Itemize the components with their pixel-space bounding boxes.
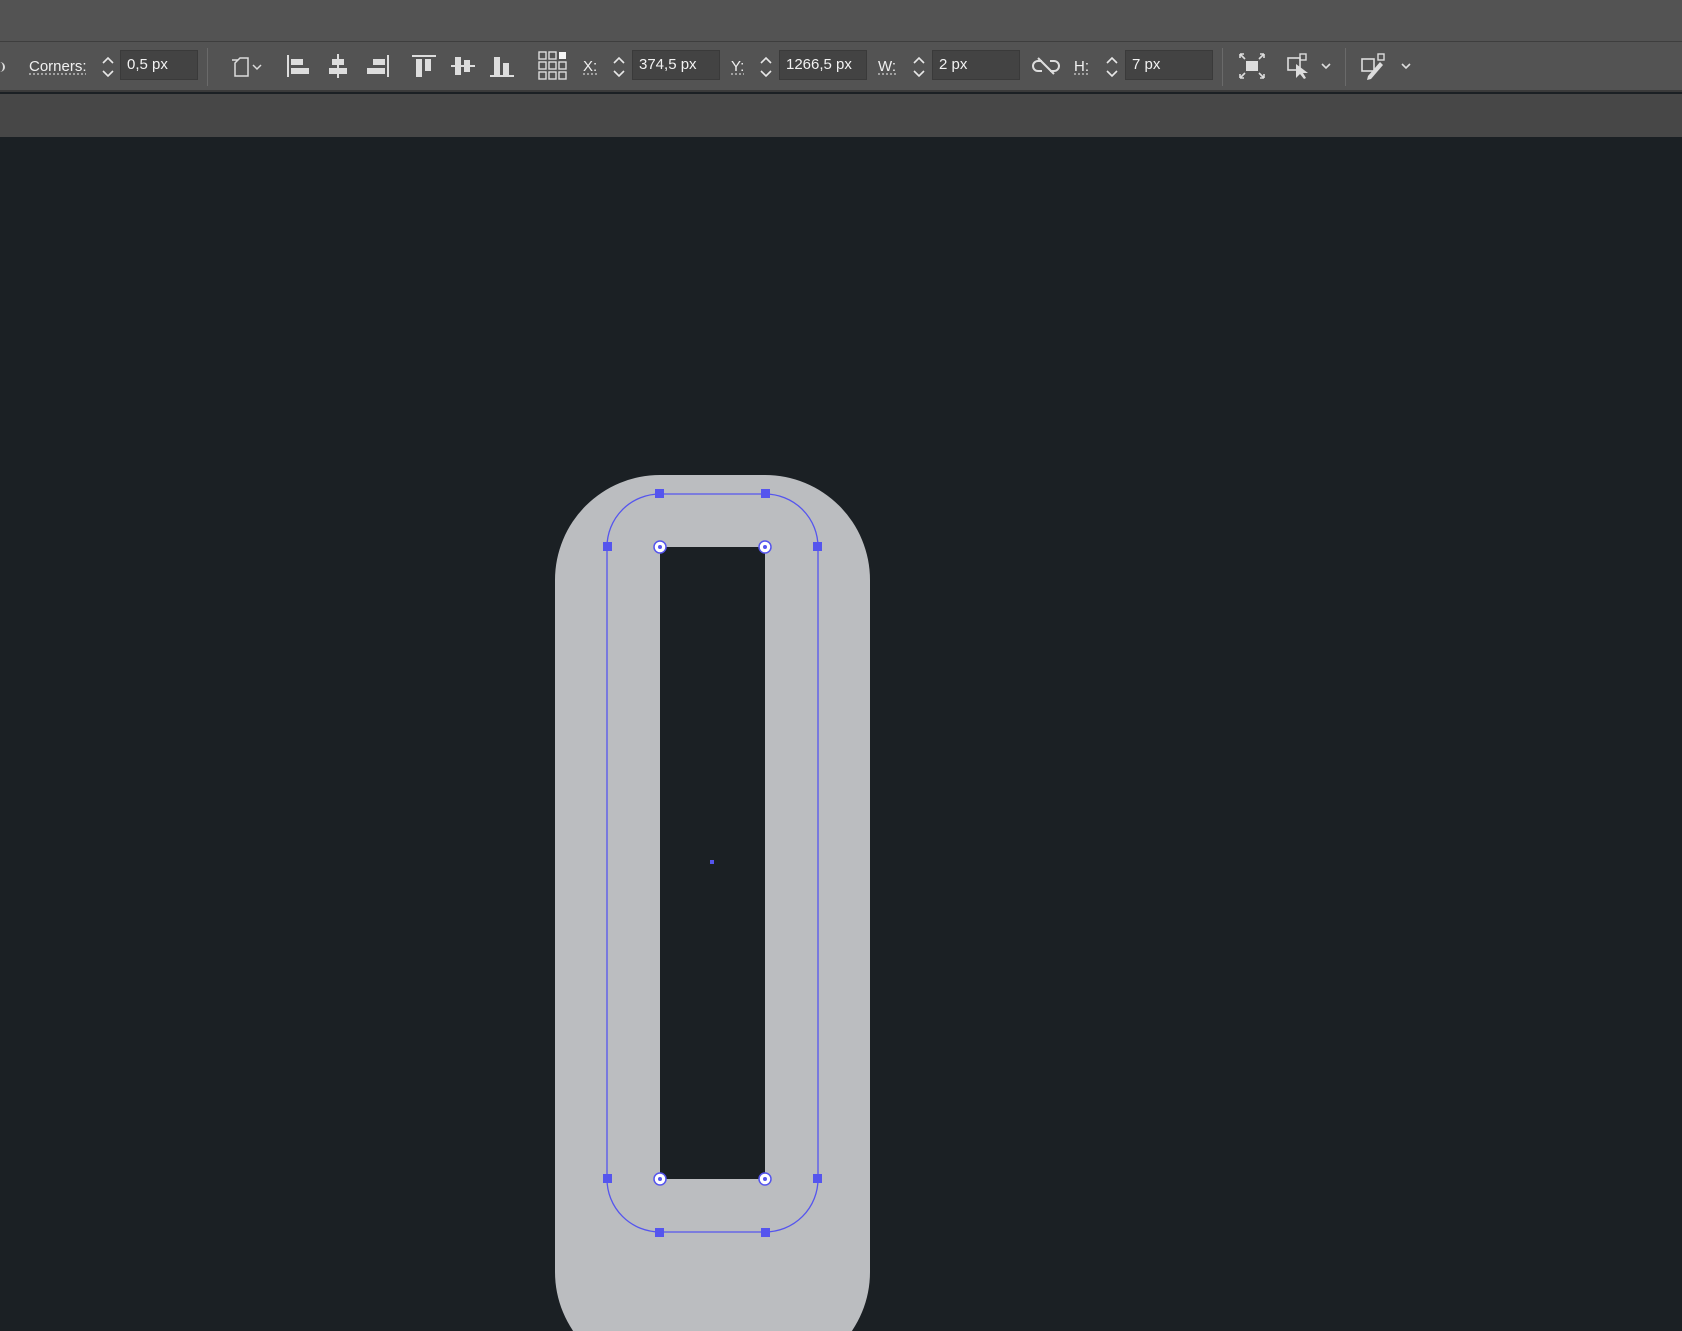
anchor-point[interactable] xyxy=(813,542,822,551)
align-left-icon[interactable] xyxy=(283,50,315,82)
canvas[interactable] xyxy=(0,137,1682,1331)
edge-partial-icon xyxy=(0,62,5,72)
edit-path-options-icon[interactable] xyxy=(1358,50,1416,82)
corners-spinner[interactable] xyxy=(97,51,119,83)
rounded-rectangle-shape[interactable] xyxy=(555,475,870,1331)
x-spinner[interactable] xyxy=(608,51,630,83)
anchor-point[interactable] xyxy=(761,489,770,498)
corners-label: Corners: xyxy=(29,58,87,75)
h-spinner[interactable] xyxy=(1101,51,1123,83)
center-point[interactable] xyxy=(710,860,714,864)
align-top-icon[interactable] xyxy=(408,50,440,82)
align-horizontal-center-icon[interactable] xyxy=(322,50,354,82)
anchor-point[interactable] xyxy=(761,1228,770,1237)
corner-type-dropdown-icon[interactable] xyxy=(226,50,266,82)
x-label: X: xyxy=(583,58,598,75)
h-label: H: xyxy=(1074,58,1089,75)
document-tab-bar xyxy=(0,94,1682,137)
align-vertical-center-icon[interactable] xyxy=(447,50,479,82)
height-input[interactable]: 7 px xyxy=(1125,50,1213,80)
transform-options-icon[interactable] xyxy=(1284,50,1334,82)
anchor-point[interactable] xyxy=(603,542,612,551)
w-spinner[interactable] xyxy=(908,51,930,83)
transform-bounding-box-icon[interactable] xyxy=(1236,50,1268,82)
artwork xyxy=(555,475,870,1331)
corner-widget-dot xyxy=(658,545,662,549)
anchor-point[interactable] xyxy=(603,1174,612,1183)
corners-input[interactable]: 0,5 px xyxy=(120,50,198,80)
anchor-point[interactable] xyxy=(813,1174,822,1183)
separator xyxy=(1345,48,1346,86)
w-label: W: xyxy=(878,58,897,75)
anchor-point[interactable] xyxy=(655,1228,664,1237)
width-input[interactable]: 2 px xyxy=(932,50,1020,80)
corner-widget-dot xyxy=(658,1177,662,1181)
reference-point-grid-icon[interactable] xyxy=(537,50,569,82)
anchor-point[interactable] xyxy=(655,489,664,498)
align-bottom-icon[interactable] xyxy=(486,50,518,82)
link-proportions-icon[interactable] xyxy=(1030,50,1062,82)
application-title-bar xyxy=(0,0,1682,42)
separator xyxy=(207,48,208,86)
y-spinner[interactable] xyxy=(755,51,777,83)
x-position-input[interactable]: 374,5 px xyxy=(632,50,720,80)
corner-widget-dot xyxy=(763,545,767,549)
control-bar: Corners: 0,5 px X: 374,5 px Y: 1266,5 px… xyxy=(0,42,1682,92)
separator xyxy=(1222,48,1223,86)
align-right-icon[interactable] xyxy=(361,50,393,82)
corner-widget-dot xyxy=(763,1177,767,1181)
y-label: Y: xyxy=(731,58,745,75)
y-position-input[interactable]: 1266,5 px xyxy=(779,50,867,80)
